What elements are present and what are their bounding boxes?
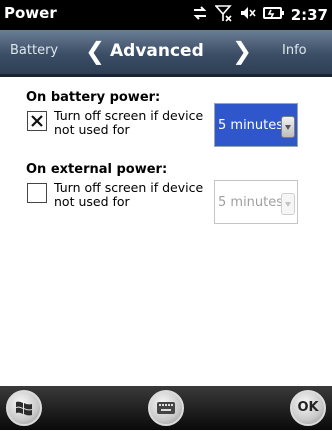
tab-advanced[interactable]: Advanced (110, 41, 204, 61)
external-timeout-select[interactable]: 5 minutes (214, 180, 298, 224)
keyboard-sip-icon[interactable] (148, 390, 184, 426)
external-section-title: On external power: (26, 162, 168, 177)
sync-icon[interactable] (191, 5, 209, 25)
tab-next-arrow-icon[interactable]: ❯ (232, 37, 252, 65)
status-bar: Power 2:37 (0, 0, 332, 30)
battery-timeout-value: 5 minutes (218, 118, 284, 133)
battery-screen-off-label: Turn off screen if device not used for (54, 108, 204, 137)
external-screen-off-checkbox[interactable] (27, 183, 47, 203)
volume-mute-icon[interactable] (239, 5, 257, 25)
tab-navigation-bar: Battery ❮ Advanced ❯ Info (0, 30, 332, 74)
tab-prev-arrow-icon[interactable]: ❮ (85, 37, 105, 65)
tab-battery[interactable]: Battery (10, 43, 58, 58)
battery-section-title: On battery power: (26, 90, 161, 105)
start-menu-windows-icon[interactable] (6, 390, 42, 426)
dropdown-arrow-icon[interactable] (281, 193, 295, 215)
checkmark-x-icon (31, 115, 43, 127)
battery-timeout-select[interactable]: 5 minutes (214, 103, 298, 147)
ok-button[interactable]: OK (290, 390, 326, 426)
tab-info[interactable]: Info (282, 43, 307, 58)
battery-screen-off-checkbox[interactable] (27, 111, 47, 131)
dropdown-arrow-icon[interactable] (281, 116, 295, 138)
tab-underline (0, 74, 332, 77)
bottom-bar: OK (0, 386, 332, 430)
app-title: Power (4, 4, 57, 22)
status-icons: 2:37 (191, 4, 328, 26)
external-timeout-value: 5 minutes (218, 195, 284, 210)
clock-time[interactable]: 2:37 (291, 6, 328, 24)
external-screen-off-label: Turn off screen if device not used for (54, 180, 204, 209)
no-signal-icon[interactable] (213, 4, 233, 26)
battery-charging-icon[interactable] (262, 6, 285, 24)
